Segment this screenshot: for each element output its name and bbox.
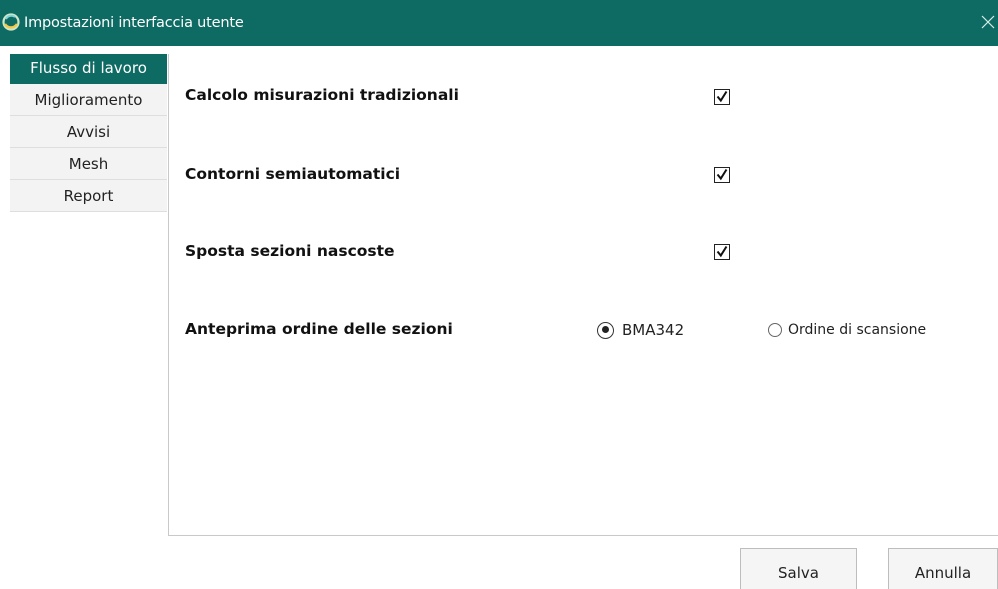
checkmark-icon [716, 168, 728, 181]
radio-option-bma342-label: BMA342 [622, 321, 685, 339]
semiauto-contours-checkbox[interactable] [714, 167, 730, 183]
settings-panel [168, 54, 998, 536]
save-button[interactable]: Salva [740, 548, 857, 589]
sidebar-item-mesh[interactable]: Mesh [10, 148, 167, 180]
checkmark-icon [716, 90, 728, 103]
radio-unselected-icon [768, 323, 782, 337]
close-icon[interactable] [978, 10, 998, 34]
sidebar-item-flusso-di-lavoro[interactable]: Flusso di lavoro [10, 54, 167, 86]
cancel-button[interactable]: Annulla [888, 548, 998, 589]
radio-option-scan-order[interactable]: Ordine di scansione [768, 318, 926, 342]
title-bar: Impostazioni interfaccia utente [0, 0, 998, 46]
radio-option-bma342[interactable]: BMA342 [597, 318, 684, 342]
sidebar-nav: Flusso di lavoro Miglioramento Avvisi Me… [10, 54, 167, 212]
semiauto-contours-label: Contorni semiautomatici [185, 165, 401, 183]
radio-option-scan-order-label: Ordine di scansione [788, 322, 927, 338]
move-hidden-sections-label: Sposta sezioni nascoste [185, 242, 395, 260]
traditional-measurements-label: Calcolo misurazioni tradizionali [185, 86, 459, 104]
sidebar-item-avvisi[interactable]: Avvisi [10, 116, 167, 148]
move-hidden-sections-checkbox[interactable] [714, 244, 730, 260]
window-title: Impostazioni interfaccia utente [24, 15, 244, 31]
app-logo-icon [2, 13, 20, 31]
traditional-measurements-checkbox[interactable] [714, 89, 730, 105]
checkmark-icon [716, 245, 728, 258]
sidebar-item-report[interactable]: Report [10, 180, 167, 212]
section-order-preview-label: Anteprima ordine delle sezioni [185, 320, 453, 338]
radio-selected-icon [597, 321, 614, 339]
sidebar-item-miglioramento[interactable]: Miglioramento [10, 84, 167, 116]
